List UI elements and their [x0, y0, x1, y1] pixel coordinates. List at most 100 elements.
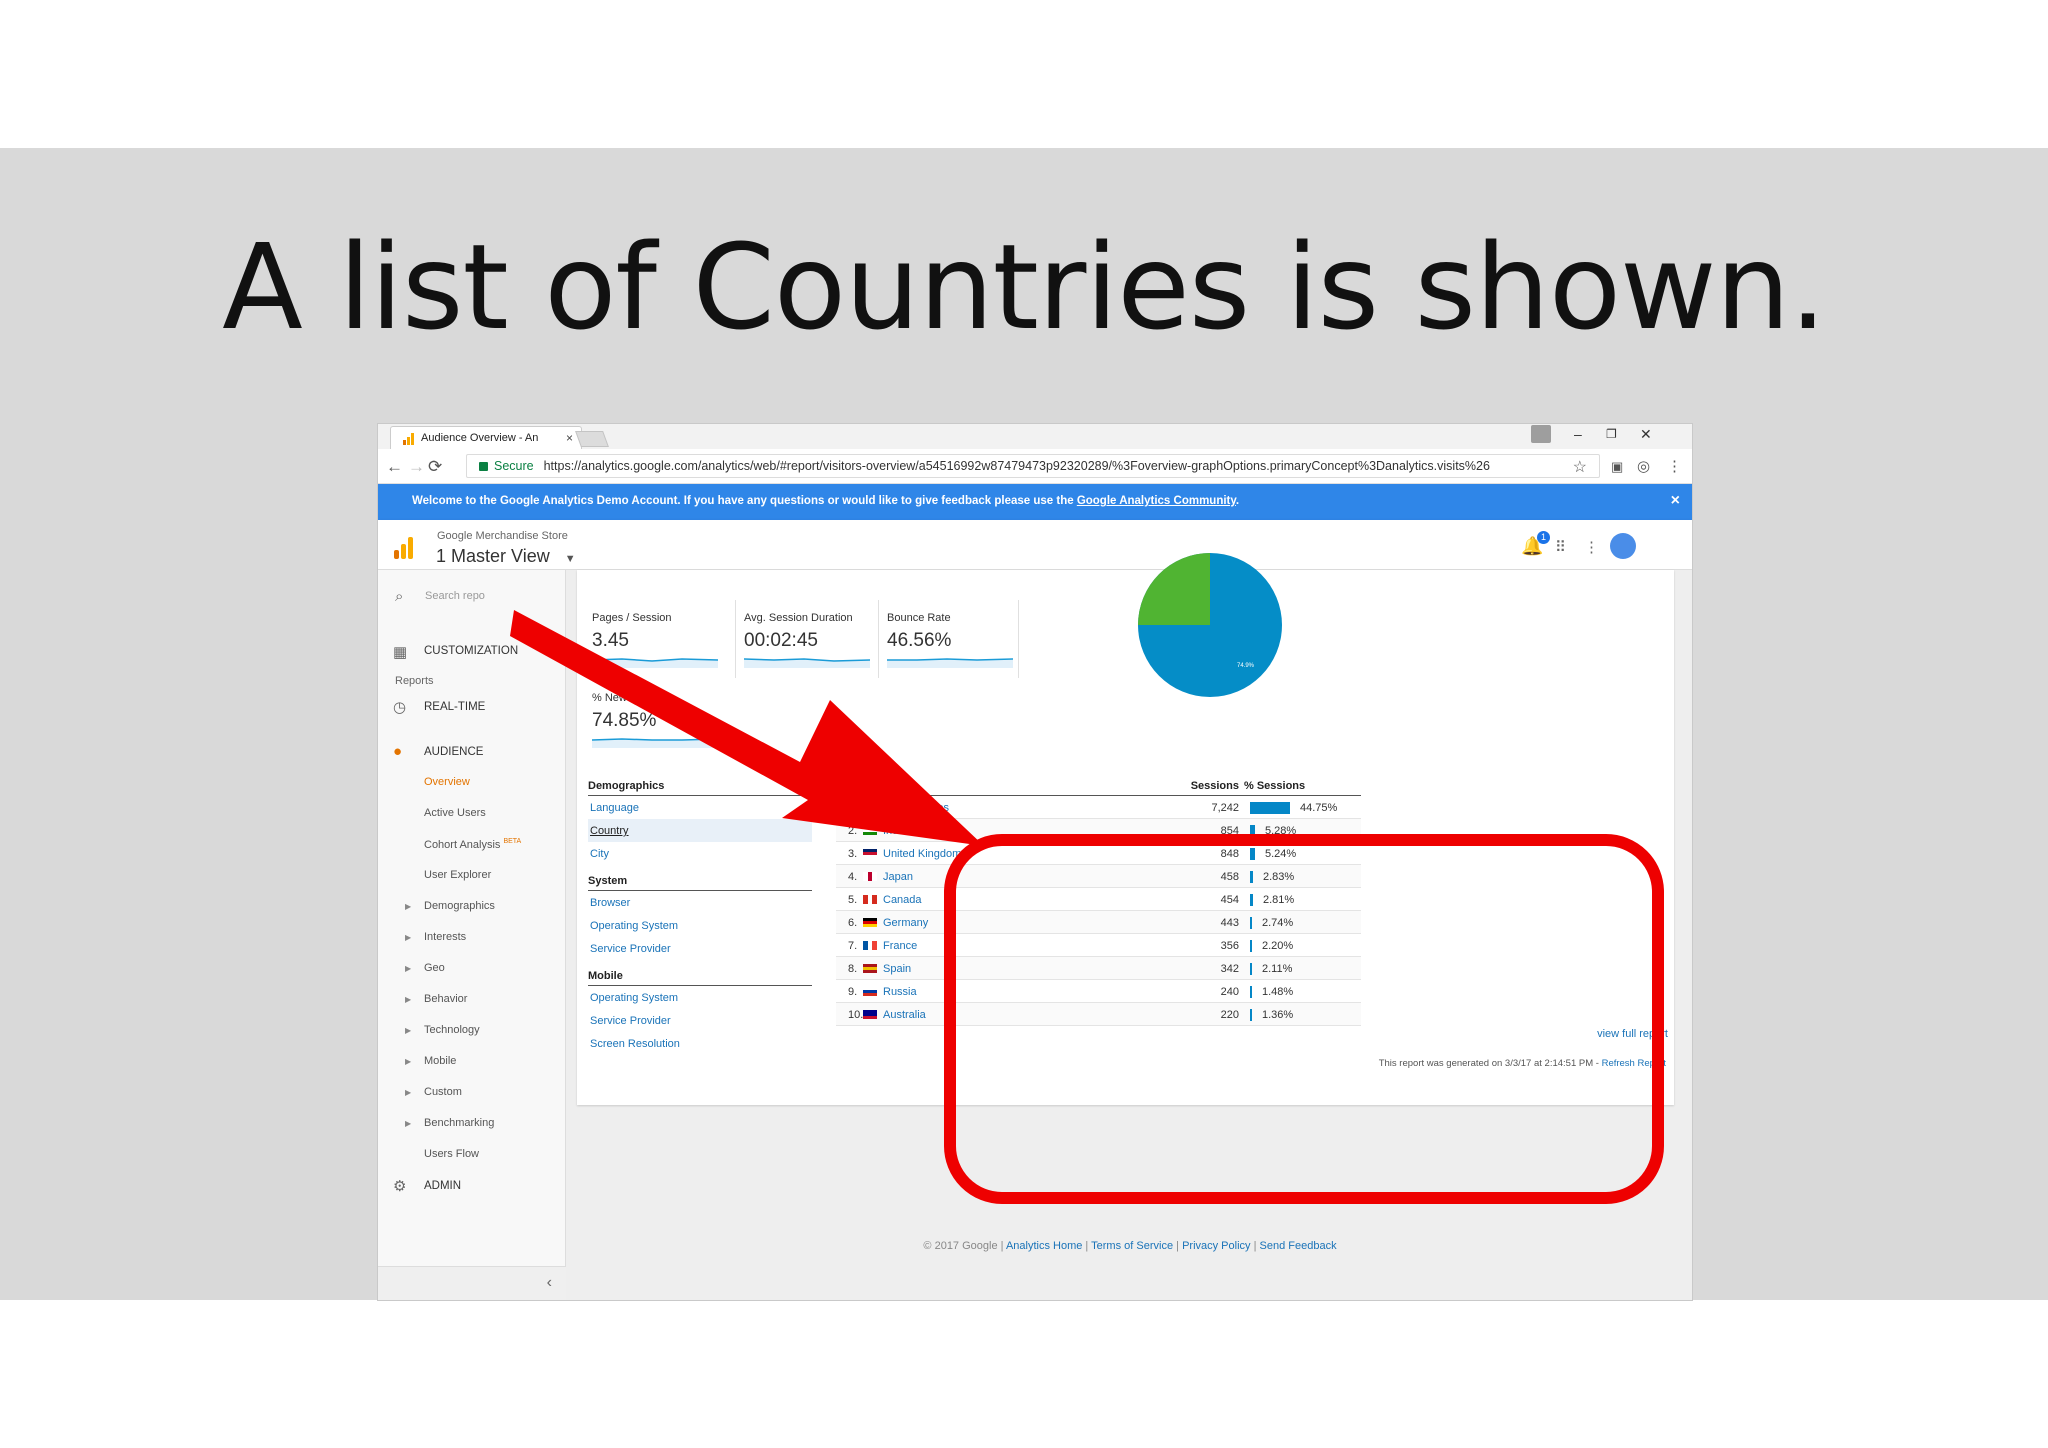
search-input[interactable]: Search repo: [425, 590, 485, 602]
sidebar-item-users-flow[interactable]: Users Flow: [424, 1148, 479, 1160]
sidebar-item-demographics[interactable]: Demographics: [424, 900, 495, 912]
sidebar-item-user-explorer[interactable]: User Explorer: [424, 869, 491, 881]
url-bar[interactable]: Secure https://analytics.google.com/analy…: [466, 454, 1600, 478]
metric-value: 74.85%: [592, 710, 657, 731]
reload-icon[interactable]: ⟳: [428, 457, 442, 477]
sidebar-item-behavior[interactable]: Behavior: [424, 993, 467, 1005]
row-share-bar: [1250, 963, 1252, 975]
sidebar-item-benchmarking[interactable]: Benchmarking: [424, 1117, 494, 1129]
expand-arrow-icon: ▶: [405, 964, 412, 973]
window-close-icon[interactable]: ✕: [1640, 426, 1652, 443]
country-link[interactable]: India: [883, 825, 907, 837]
banner-community-link[interactable]: Google Analytics Community: [1077, 495, 1236, 507]
row-rank: 6.: [848, 917, 858, 929]
sidebar-item-overview[interactable]: Overview: [424, 776, 470, 788]
footer-link-feedback[interactable]: Send Feedback: [1260, 1240, 1337, 1252]
table-row: 9. Russia 240 1.48%: [836, 980, 1361, 1003]
more-vert-icon[interactable]: ⋮: [1584, 538, 1599, 556]
row-pct: 5.24%: [1265, 848, 1297, 860]
lock-icon: [479, 462, 488, 471]
banner-text-end: .: [1235, 495, 1240, 507]
extension-icon[interactable]: ▣: [1611, 459, 1623, 475]
account-name: Google Merchandise Store: [437, 530, 568, 542]
view-selector[interactable]: 1 Master View ▼: [436, 546, 576, 567]
tab-close-icon[interactable]: ×: [566, 431, 573, 445]
browser-tab[interactable]: Audience Overview - An ×: [390, 426, 582, 449]
country-link[interactable]: Japan: [883, 871, 913, 883]
row-rank: 7.: [848, 940, 858, 952]
sidebar-item-interests[interactable]: Interests: [424, 931, 466, 943]
country-link[interactable]: Australia: [883, 1009, 926, 1021]
dim-link-mobile-os[interactable]: Operating System: [588, 986, 812, 1009]
dim-link-city[interactable]: City: [588, 842, 812, 865]
back-icon[interactable]: ←: [386, 457, 403, 477]
country-link[interactable]: France: [883, 940, 917, 952]
footer-copyright: © 2017 Google |: [923, 1240, 1006, 1252]
sidebar-item-cohort-analysis[interactable]: Cohort Analysis BETA: [424, 838, 521, 851]
sidebar-item-custom[interactable]: Custom: [424, 1086, 462, 1098]
profile-icon[interactable]: [1531, 425, 1551, 443]
metric-value: 3.45: [592, 630, 629, 651]
country-link[interactable]: United States: [883, 802, 949, 814]
row-rank: 4.: [848, 871, 858, 883]
row-sessions: 854: [1220, 825, 1239, 837]
bookmark-star-icon[interactable]: ☆: [1573, 457, 1587, 477]
footer-link-home[interactable]: Analytics Home: [1006, 1240, 1082, 1252]
country-flag-icon: [863, 918, 877, 927]
sidebar-item-active-users[interactable]: Active Users: [424, 807, 486, 819]
sparkline: [591, 738, 719, 748]
country-link[interactable]: United Kingdom: [883, 848, 961, 860]
minimize-icon[interactable]: –: [1574, 426, 1582, 442]
expand-arrow-icon: ▶: [405, 933, 412, 942]
page-footer: © 2017 Google | Analytics Home | Terms o…: [566, 1240, 1692, 1252]
row-rank: 5.: [848, 894, 858, 906]
apps-grid-icon[interactable]: ⠿: [1555, 538, 1566, 556]
dim-link-service-provider[interactable]: Service Provider: [588, 937, 812, 960]
sidebar-item-mobile[interactable]: Mobile: [424, 1055, 456, 1067]
metric-pages-session[interactable]: Pages / Session 3.45: [591, 612, 719, 673]
dim-link-browser[interactable]: Browser: [588, 891, 812, 914]
metric-value: 00:02:45: [744, 630, 818, 651]
dim-link-mobile-provider[interactable]: Service Provider: [588, 1009, 812, 1032]
country-link[interactable]: Canada: [883, 894, 922, 906]
sidebar-item-customization[interactable]: CUSTOMIZATION: [424, 645, 518, 657]
banner-close-icon[interactable]: ×: [1671, 492, 1680, 510]
country-flag-icon: [863, 895, 877, 904]
browser-menu-icon[interactable]: ⋮: [1667, 457, 1682, 475]
dim-link-operating-system[interactable]: Operating System: [588, 914, 812, 937]
search-icon[interactable]: ⌕: [395, 588, 403, 605]
metric-session-duration[interactable]: Avg. Session Duration 00:02:45: [743, 612, 871, 673]
expand-arrow-icon: ▶: [405, 1057, 412, 1066]
restore-icon[interactable]: ❐: [1606, 427, 1617, 441]
row-rank: 9.: [848, 986, 858, 998]
url-text: https://analytics.google.com/analytics/w…: [543, 459, 1490, 473]
metric-bounce-rate[interactable]: Bounce Rate 46.56%: [887, 612, 1014, 673]
dim-link-screen-resolution[interactable]: Screen Resolution: [588, 1032, 812, 1055]
dim-link-country[interactable]: Country: [588, 819, 812, 842]
forward-icon[interactable]: →: [408, 457, 425, 477]
sidebar: ⌕ Search repo ▦ CUSTOMIZATION Reports ◷ …: [378, 570, 566, 1300]
sidebar-item-admin[interactable]: ADMIN: [424, 1180, 461, 1192]
new-tab-button[interactable]: [575, 431, 609, 447]
refresh-report-link[interactable]: Refresh Report: [1602, 1058, 1666, 1069]
expand-arrow-icon: ▶: [405, 995, 412, 1004]
footer-link-terms[interactable]: Terms of Service: [1091, 1240, 1173, 1252]
sidebar-item-technology[interactable]: Technology: [424, 1024, 480, 1036]
country-link[interactable]: Germany: [883, 917, 928, 929]
footer-link-privacy[interactable]: Privacy Policy: [1182, 1240, 1250, 1252]
collapse-sidebar-icon[interactable]: ‹: [547, 1274, 552, 1292]
avatar[interactable]: [1610, 533, 1636, 559]
extension-target-icon[interactable]: ◎: [1637, 457, 1650, 475]
sidebar-item-realtime[interactable]: REAL-TIME: [424, 701, 485, 713]
country-link[interactable]: Russia: [883, 986, 917, 998]
sidebar-item-audience[interactable]: AUDIENCE: [424, 746, 483, 758]
row-share-bar: [1250, 825, 1255, 837]
view-full-report-link[interactable]: view full report: [1597, 1028, 1668, 1040]
country-flag-icon: [863, 849, 877, 858]
country-link[interactable]: Spain: [883, 963, 911, 975]
person-icon: ●: [393, 743, 403, 760]
dim-link-language[interactable]: Language: [588, 796, 812, 819]
sidebar-item-geo[interactable]: Geo: [424, 962, 445, 974]
metric-new-sessions[interactable]: % New Sessions 74.85%: [591, 692, 719, 753]
row-sessions: 356: [1220, 940, 1239, 952]
